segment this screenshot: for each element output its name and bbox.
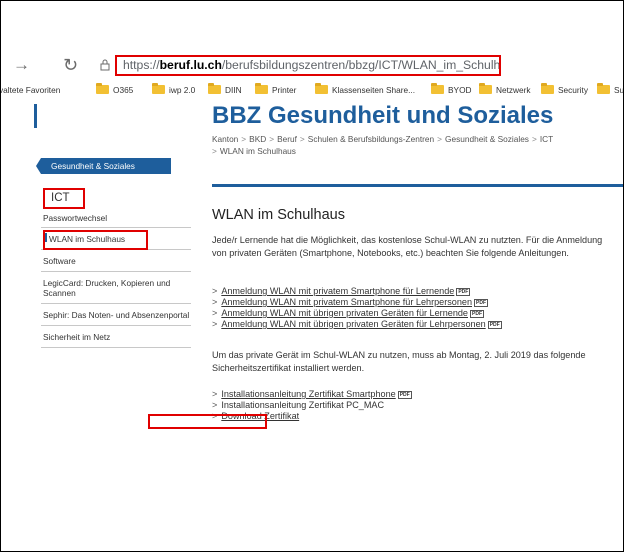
sidebar-item-passwortwechsel[interactable]: Passwortwechsel: [41, 209, 191, 228]
sidebar-heading-ict[interactable]: ICT: [43, 188, 85, 209]
url-field[interactable]: https://beruf.lu.ch/berufsbildungszentre…: [115, 55, 501, 76]
link-zertifikat-smartphone[interactable]: > Installationsanleitung Zertifikat Smart…: [212, 389, 622, 400]
breadcrumb-item[interactable]: BKD: [249, 134, 266, 144]
pdf-icon: PDF: [470, 310, 484, 318]
url-path: /berufsbildungszentren/bbzg/ICT/WLAN_im_…: [221, 58, 501, 72]
url-scheme: https://: [123, 58, 160, 72]
lock-icon: [100, 59, 110, 71]
bookmark-diin[interactable]: DIIN: [208, 80, 242, 100]
back-arrow-icon[interactable]: →: [13, 55, 30, 75]
bookmark-support[interactable]: Supp: [597, 80, 623, 100]
folder-icon: [597, 83, 610, 94]
folder-icon: [541, 83, 554, 94]
bookmark-printer[interactable]: Printer: [255, 80, 296, 100]
bookmark-o365[interactable]: O365: [96, 80, 133, 100]
pdf-icon: PDF: [474, 299, 489, 307]
certificate-links: > Installationsanleitung Zertifikat Smart…: [212, 389, 622, 422]
pdf-icon: PDF: [487, 321, 502, 329]
address-bar-row: → ↻ https://beruf.lu.ch/berufsbildungsze…: [1, 51, 623, 79]
breadcrumb-separator: >: [241, 134, 247, 144]
breadcrumb-item[interactable]: ICT: [540, 134, 553, 144]
folder-icon: [479, 83, 492, 94]
wlan-guide-links: > Anmeldung WLAN mit privatem Smartphone …: [212, 286, 622, 330]
folder-icon: [208, 83, 221, 94]
bookmarks-bar: valtete Favoriten O365 iwp 2.0 DIIN Prin…: [1, 80, 623, 100]
link-smartphone-lehrpersonen[interactable]: > Anmeldung WLAN mit privatem Smartphone …: [212, 297, 622, 308]
url-domain: beruf.lu.ch: [159, 58, 222, 72]
site-title[interactable]: BBZ Gesundheit und Soziales: [212, 102, 553, 130]
folder-icon: [431, 83, 444, 94]
breadcrumb-item[interactable]: Schulen & Berufsbildungs-Zentren: [308, 134, 434, 144]
link-geraete-lernende[interactable]: > Anmeldung WLAN mit übrigen privaten Ger…: [212, 308, 622, 319]
folder-icon: [255, 83, 268, 94]
breadcrumb-current: WLAN im Schulhaus: [219, 146, 296, 156]
highlight-box-download: [148, 414, 267, 429]
bookmark-byod[interactable]: BYOD: [431, 80, 472, 100]
page-title: WLAN im Schulhaus: [212, 207, 345, 223]
accent-bar: [34, 104, 37, 128]
breadcrumb-item[interactable]: Beruf: [277, 134, 297, 144]
section-back-button[interactable]: Gesundheit & Soziales: [36, 158, 171, 174]
bookmark-favorites[interactable]: valtete Favoriten: [1, 80, 60, 100]
sidebar-item-legiccard[interactable]: LegicCard: Drucken, Kopieren und Scannen: [41, 272, 191, 304]
sidebar-item-software[interactable]: Software: [41, 250, 191, 272]
breadcrumb: Kanton > BKD > Beruf > Schulen & Berufsbildung…: [212, 134, 554, 156]
bookmark-klassenseiten[interactable]: Klassenseiten Share...: [315, 80, 415, 100]
folder-icon: [96, 83, 109, 94]
breadcrumb-item[interactable]: Gesundheit & Soziales: [445, 134, 529, 144]
folder-icon: [315, 83, 328, 94]
sidebar-item-sephir[interactable]: Sephir: Das Noten- und Absenzenportal: [41, 304, 191, 326]
folder-icon: [152, 83, 165, 94]
intro-text: Jede/r Lernende hat die Möglichkeit, das…: [212, 235, 603, 258]
bookmark-netzwerk[interactable]: Netzwerk: [479, 80, 531, 100]
breadcrumb-item[interactable]: Kanton: [212, 134, 238, 144]
bookmark-iwp[interactable]: iwp 2.0: [152, 80, 195, 100]
pdf-icon: PDF: [456, 288, 471, 296]
link-geraete-lehrpersonen[interactable]: > Anmeldung WLAN mit übrigen privaten Ger…: [212, 319, 622, 330]
link-zertifikat-pc-mac[interactable]: > Installationsanleitung Zertifikat PC_MA…: [212, 400, 622, 411]
pdf-icon: PDF: [397, 391, 412, 399]
bookmark-security[interactable]: Security: [541, 80, 588, 100]
highlight-box-wlan: [43, 230, 148, 250]
title-divider: [212, 184, 623, 187]
reload-icon[interactable]: ↻: [63, 55, 78, 75]
certificate-notice: Um das private Gerät im Schul-WLAN zu nu…: [212, 350, 586, 373]
sidebar-item-sicherheit[interactable]: Sicherheit im Netz: [41, 326, 191, 348]
link-download-zertifikat[interactable]: > Download Zertifikat: [212, 411, 622, 422]
link-smartphone-lernende[interactable]: > Anmeldung WLAN mit privatem Smartphone …: [212, 286, 622, 297]
screenshot-frame: → ↻ https://beruf.lu.ch/berufsbildungsze…: [0, 0, 624, 552]
